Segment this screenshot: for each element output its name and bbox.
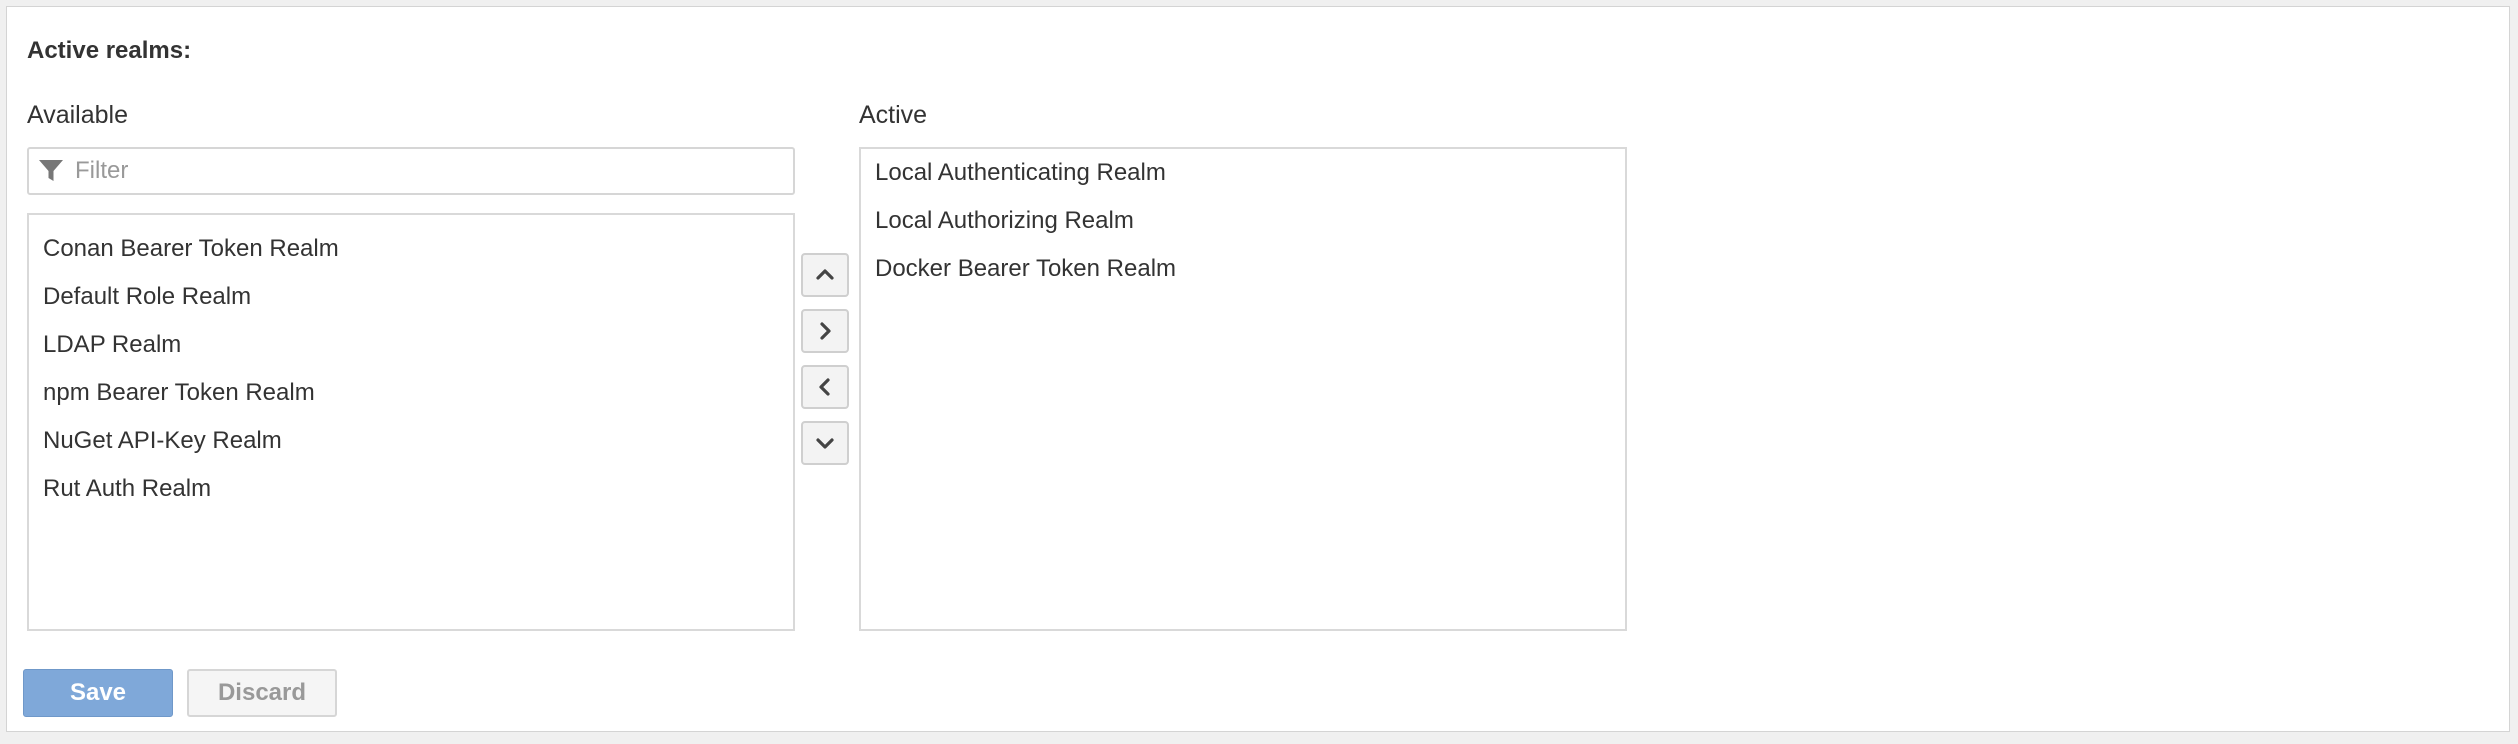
available-item[interactable]: Default Role Realm (29, 273, 793, 321)
available-list[interactable]: Conan Bearer Token Realm Default Role Re… (27, 213, 795, 631)
active-list[interactable]: Local Authenticating Realm Local Authori… (859, 147, 1627, 631)
active-label: Active (859, 101, 928, 129)
chevron-right-icon (820, 322, 831, 340)
available-item[interactable]: LDAP Realm (29, 321, 793, 369)
chevron-down-icon (816, 438, 834, 449)
section-title: Active realms: (27, 37, 192, 64)
move-left-button[interactable] (801, 365, 849, 409)
move-right-button[interactable] (801, 309, 849, 353)
save-button[interactable]: Save (23, 669, 173, 717)
filter-icon (37, 157, 65, 185)
move-up-button[interactable] (801, 253, 849, 297)
chevron-up-icon (816, 269, 834, 280)
active-item[interactable]: Docker Bearer Token Realm (861, 245, 1625, 293)
available-item[interactable]: NuGet API-Key Realm (29, 417, 793, 465)
active-item[interactable]: Local Authenticating Realm (861, 149, 1625, 197)
realms-panel: Active realms: Available Active Conan Be… (6, 6, 2510, 732)
available-label: Available (27, 101, 129, 129)
available-item[interactable]: Conan Bearer Token Realm (29, 225, 793, 273)
discard-button[interactable]: Discard (187, 669, 337, 717)
filter-field[interactable] (27, 147, 795, 195)
active-item[interactable]: Local Authorizing Realm (861, 197, 1625, 245)
chevron-left-icon (819, 378, 830, 396)
move-down-button[interactable] (801, 421, 849, 465)
available-item[interactable]: Rut Auth Realm (29, 465, 793, 513)
filter-input[interactable] (75, 153, 775, 189)
available-item[interactable]: npm Bearer Token Realm (29, 369, 793, 417)
